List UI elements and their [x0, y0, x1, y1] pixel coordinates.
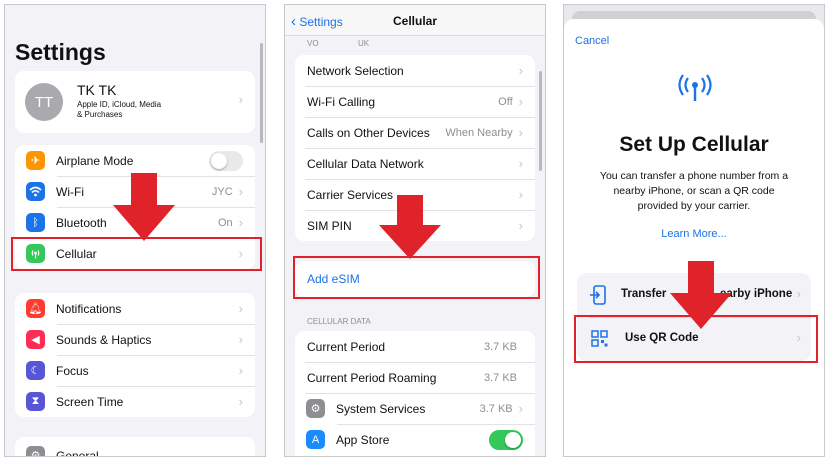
row-label: Current Period Roaming: [307, 370, 437, 385]
profile-name: TK TK: [77, 82, 117, 98]
nav-bar: ‹ Settings Cellular: [285, 5, 545, 36]
focus-icon: ☾: [26, 361, 45, 380]
general-row[interactable]: ⚙ General: [15, 440, 255, 457]
row-value: On: [217, 216, 233, 229]
screen-time-icon: ⧗: [26, 392, 45, 411]
chevron-right-icon: ›: [518, 187, 523, 202]
chevron-right-icon: ›: [518, 125, 523, 140]
chevron-right-icon: ›: [518, 63, 523, 78]
setup-sheet: Cancel Set Up Cellular You can transfer …: [564, 19, 824, 456]
antenna-icon: [678, 74, 712, 101]
cellular-data-group: Current Period 3.7 KB Current Period Roa…: [295, 331, 535, 456]
current-period-row: Current Period 3.7 KB: [295, 331, 535, 362]
notifications-row[interactable]: 🔔︎ Notifications ›: [15, 293, 255, 324]
chevron-right-icon: ›: [238, 332, 243, 347]
red-arrow-down-icon: [113, 173, 175, 241]
row-label: Network Selection: [307, 63, 404, 78]
section-header: CELLULAR DATA: [307, 317, 371, 326]
general-group: ⚙ General: [15, 437, 255, 457]
chevron-right-icon: ›: [238, 394, 243, 409]
row-value: 3.7 KB: [483, 371, 517, 384]
phone-transfer-icon: [590, 285, 606, 305]
chevron-right-icon: ›: [238, 363, 243, 378]
cellular-data-network-row[interactable]: Cellular Data Network ›: [295, 148, 535, 179]
row-label: Airplane Mode: [56, 153, 134, 168]
highlight-cellular: [11, 237, 262, 271]
red-arrow-down-icon: [379, 195, 441, 259]
row-value: When Nearby: [445, 126, 513, 139]
page-title: Set Up Cellular: [619, 133, 769, 156]
setup-description: You can transfer a phone number from a n…: [564, 169, 824, 214]
row-label: App Store: [336, 432, 390, 447]
app-store-icon: A: [306, 430, 325, 449]
row-value: 3.7 KB: [479, 402, 513, 415]
profile-subtitle-line2: & Purchases: [77, 110, 123, 119]
carrier-header-left: VO: [307, 39, 319, 48]
description-line: provided by your carrier.: [637, 200, 751, 212]
carrier-header-right: UK: [358, 39, 370, 48]
notifications-group: 🔔︎ Notifications › ◀︎ Sounds & Haptics ›…: [15, 293, 255, 417]
row-value: Off: [498, 95, 513, 108]
chevron-right-icon: ›: [238, 92, 243, 107]
settings-screen: Settings TT TK TK Apple ID, iCloud, Medi…: [4, 4, 266, 457]
calls-other-devices-row[interactable]: Calls on Other Devices When Nearby ›: [295, 117, 535, 148]
network-selection-row[interactable]: Network Selection ›: [295, 55, 535, 86]
airplane-mode-row[interactable]: ✈ Airplane Mode: [15, 145, 255, 176]
chevron-right-icon: ›: [518, 401, 523, 416]
row-label: Calls on Other Devices: [307, 125, 430, 140]
app-store-toggle[interactable]: [489, 429, 523, 450]
scrollbar[interactable]: [539, 71, 542, 171]
chevron-right-icon: ›: [238, 215, 243, 230]
chevron-right-icon: ›: [518, 156, 523, 171]
current-period-roaming-row: Current Period Roaming 3.7 KB: [295, 362, 535, 393]
focus-row[interactable]: ☾ Focus ›: [15, 355, 255, 386]
row-label: Sounds & Haptics: [56, 332, 152, 347]
row-label: Cellular Data Network: [307, 156, 424, 171]
description-line: nearby iPhone, or scan a QR code: [613, 185, 775, 197]
sounds-row[interactable]: ◀︎ Sounds & Haptics ›: [15, 324, 255, 355]
row-label: Screen Time: [56, 394, 124, 409]
airplane-icon: ✈: [26, 151, 45, 170]
avatar: TT: [25, 83, 63, 121]
system-services-row[interactable]: ⚙ System Services 3.7 KB ›: [295, 393, 535, 424]
bluetooth-icon: ᛒ: [26, 213, 45, 232]
nav-title: Cellular: [392, 14, 437, 28]
chevron-right-icon: ›: [518, 94, 523, 109]
profile-subtitle-line1: Apple ID, iCloud, Media: [77, 100, 162, 109]
apple-id-card[interactable]: TT TK TK Apple ID, iCloud, Media & Purch…: [15, 71, 255, 133]
cellular-screen: ‹ Settings Cellular VO UK Network Select…: [284, 4, 546, 457]
scrollbar[interactable]: [260, 43, 263, 143]
chevron-right-icon: ›: [238, 184, 243, 199]
wifi-icon: [26, 182, 45, 201]
chevron-right-icon: ›: [238, 301, 243, 316]
description-line: You can transfer a phone number from a: [599, 170, 789, 182]
row-label: General: [56, 448, 99, 457]
cancel-button[interactable]: Cancel: [575, 35, 609, 47]
learn-more-link[interactable]: Learn More...: [564, 228, 824, 240]
gear-icon: ⚙: [26, 446, 45, 456]
app-store-row: A App Store: [295, 424, 535, 455]
notifications-icon: 🔔︎: [26, 299, 45, 318]
red-arrow-down-icon: [670, 261, 732, 329]
setup-cellular-screen: Cancel Set Up Cellular You can transfer …: [563, 4, 825, 457]
chevron-right-icon: ›: [796, 286, 801, 301]
chevron-right-icon: ›: [518, 218, 523, 233]
row-label: Current Period: [307, 339, 386, 354]
row-value: 3.7 KB: [483, 340, 517, 353]
row-label: System Services: [336, 401, 426, 416]
row-label: Wi-Fi Calling: [307, 94, 376, 109]
screen-time-row[interactable]: ⧗ Screen Time ›: [15, 386, 255, 417]
gear-icon: ⚙: [306, 399, 325, 418]
airplane-mode-toggle[interactable]: [209, 150, 243, 171]
wifi-calling-row[interactable]: Wi-Fi Calling Off ›: [295, 86, 535, 117]
page-title: Settings: [15, 39, 106, 65]
option-label: Transfer: [621, 288, 667, 300]
row-value: JYC: [211, 185, 233, 198]
row-label: Notifications: [56, 301, 122, 316]
row-label: Focus: [56, 363, 89, 378]
highlight-add-esim: [293, 256, 540, 299]
sounds-icon: ◀︎: [26, 330, 45, 349]
